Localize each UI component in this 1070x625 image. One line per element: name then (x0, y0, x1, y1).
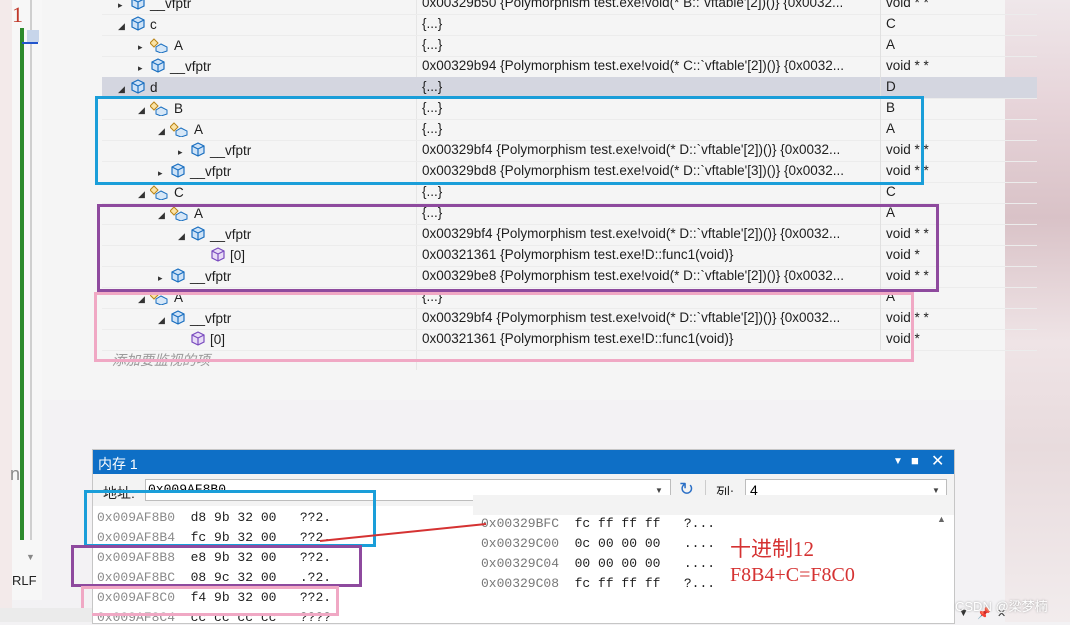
expand-arrow-icon[interactable]: ▸ (138, 63, 150, 74)
base-class-icon (149, 37, 170, 56)
watch-row-name: ▸ A (138, 37, 183, 56)
watch-row-label: d (150, 80, 158, 95)
gutter-divider (30, 0, 32, 540)
memory-bytes: 00 00 00 00 (559, 556, 661, 571)
watch-row-label: __vfptr (170, 59, 212, 74)
collapse-arrow-icon[interactable]: ◢ (118, 21, 130, 32)
current-line-marker (22, 42, 38, 54)
left-background-strip (0, 0, 12, 622)
column-separator (880, 77, 881, 98)
column-separator (880, 0, 881, 14)
watch-row-type: C (886, 184, 896, 199)
highlight-box-pink (94, 292, 914, 362)
memory-box-purple (71, 545, 362, 587)
annotation-offset: F8B4+C=F8C0 (730, 564, 855, 586)
watch-row-value: {...} (422, 16, 443, 31)
base-class-icon (149, 184, 170, 203)
watch-row-label: c (150, 17, 157, 32)
watch-row-label: C (174, 185, 184, 200)
memory-bytes: fc ff ff ff (559, 516, 661, 531)
memory-chars: ?... (660, 576, 716, 591)
watch-row[interactable]: ▸ __vfptr 0x00329b50 {Polymorphism test.ex… (102, 0, 1037, 15)
memory-chars: .... (660, 536, 716, 551)
memory-box-blue (84, 490, 376, 547)
object-icon (150, 58, 166, 77)
memory-address: 0x00329BFC (481, 516, 560, 531)
memory-bytes: fc ff ff ff (559, 576, 661, 591)
memory-row-secondary[interactable]: 0x00329BFC fc ff ff ff ?... (481, 516, 715, 531)
memory-row-secondary[interactable]: 0x00329C08 fc ff ff ff ?... (481, 576, 715, 591)
red-mark-text: 1 (12, 2, 23, 27)
memory-title: 内存 1 (98, 456, 138, 472)
annotation-decimal: 十进制12 (730, 537, 814, 561)
collapse-arrow-icon[interactable]: ◢ (138, 189, 150, 200)
memory-row-secondary[interactable]: 0x00329C04 00 00 00 00 .... (481, 556, 715, 571)
change-indicator-bar (20, 28, 24, 540)
watch-row-value: 0x00329b50 {Polymorphism test.exe!void(*… (422, 0, 844, 10)
watch-row-name: ◢ c (118, 16, 157, 35)
watch-row[interactable]: ◢ C {...} C (102, 182, 1037, 204)
memory-bytes: 0c 00 00 00 (559, 536, 661, 551)
watch-row-label: A (174, 38, 184, 53)
highlight-box-blue (95, 96, 924, 185)
column-separator (880, 35, 881, 56)
watch-row-value: 0x00329b94 {Polymorphism test.exe!void(*… (422, 58, 845, 73)
memory-chars: .... (660, 556, 716, 571)
watch-row-type: void * * (886, 0, 929, 10)
collapse-arrow-icon[interactable]: ◢ (118, 84, 130, 95)
watch-row-type: A (886, 37, 896, 52)
column-separator (880, 182, 881, 203)
scroll-down-arrow-icon[interactable]: ▼ (26, 552, 35, 562)
scroll-up-icon[interactable]: ▲ (937, 514, 946, 524)
expand-arrow-icon[interactable]: ▸ (138, 42, 150, 53)
memory-title-bar: 内存 1 ▼ ■ ✕ (93, 450, 954, 474)
memory-address: 0x00329C00 (481, 536, 560, 551)
memory-address: 0x00329C04 (481, 556, 560, 571)
close-icon[interactable]: ✕ (931, 451, 944, 471)
watch-row-name: ◢ C (138, 184, 184, 203)
second-memory-header (473, 495, 954, 515)
address-dropdown-icon[interactable]: ▼ (655, 486, 663, 495)
watch-row-value: {...} (422, 79, 443, 94)
watermark: CSDN @梁梦楠 (955, 599, 1048, 614)
code-char: n (10, 464, 21, 484)
line-ending-status[interactable]: RLF (12, 573, 37, 588)
bottom-status-strip (0, 608, 92, 622)
highlight-box-purple (97, 204, 939, 292)
watch-row-type: C (886, 16, 896, 31)
watch-row-type: void * * (886, 58, 929, 73)
watch-row-value: {...} (422, 184, 443, 199)
object-icon (130, 16, 146, 35)
watch-row[interactable]: ▸ A {...} A (102, 35, 1037, 57)
expand-arrow-icon[interactable]: ▸ (118, 0, 130, 11)
column-separator (880, 14, 881, 35)
editor-gutter (12, 0, 42, 600)
watch-row-label: __vfptr (150, 0, 192, 11)
watch-row-name: ▸ __vfptr (138, 58, 211, 77)
watch-row[interactable]: ▸ __vfptr 0x00329b94 {Polymorphism test.ex… (102, 56, 1037, 78)
memory-chars: ?... (660, 516, 716, 531)
object-icon (130, 0, 146, 14)
memory-row-secondary[interactable]: 0x00329C00 0c 00 00 00 .... (481, 536, 715, 551)
column-separator (880, 56, 881, 77)
watch-row-name: ▸ __vfptr (118, 0, 191, 14)
memory-box-pink (81, 586, 339, 616)
columns-dropdown-icon[interactable]: ▼ (932, 486, 940, 495)
dropdown-menu-icon[interactable]: ▼ (893, 456, 903, 467)
maximize-icon[interactable]: ■ (911, 453, 919, 468)
breakpoint-highlight (27, 30, 39, 42)
watch-row-value: {...} (422, 37, 443, 52)
memory-address: 0x00329C08 (481, 576, 560, 591)
watch-row[interactable]: ◢ c {...} C (102, 14, 1037, 36)
watch-row-type: D (886, 79, 896, 94)
